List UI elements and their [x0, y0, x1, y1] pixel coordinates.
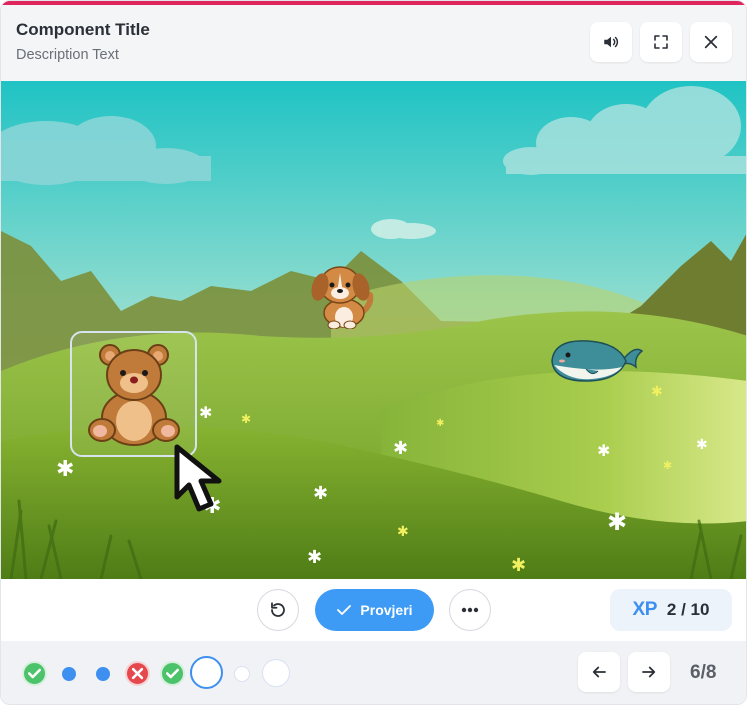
- next-button[interactable]: [628, 652, 670, 692]
- component-description: Description Text: [16, 47, 119, 63]
- xp-label: XP: [632, 599, 658, 620]
- svg-text:✱: ✱: [597, 441, 610, 460]
- svg-text:✱: ✱: [241, 412, 251, 426]
- reset-button[interactable]: [257, 589, 299, 631]
- speaker-icon: [604, 36, 619, 48]
- svg-text:✱: ✱: [607, 508, 627, 536]
- svg-text:✱: ✱: [393, 438, 408, 459]
- bear-sprite[interactable]: [85, 343, 183, 447]
- xp-badge: XP 2 / 10: [610, 589, 732, 631]
- svg-text:✱: ✱: [199, 403, 212, 422]
- component-window: Component Title Description Text ✱ ✱ ✱ ✱…: [0, 0, 747, 705]
- progress-footer: 6/8: [1, 641, 746, 704]
- svg-text:✱: ✱: [56, 457, 74, 482]
- pointer-cursor-icon: [174, 444, 222, 512]
- svg-text:✱: ✱: [307, 547, 322, 568]
- check-button-label: Provjeri: [360, 602, 413, 618]
- component-title: Component Title: [16, 20, 150, 39]
- step-correct[interactable]: [160, 661, 185, 686]
- sound-button[interactable]: [590, 22, 632, 62]
- game-scene: ✱ ✱ ✱ ✱ ✱ ✱ ✱ ✱ ✱ ✱ ✱ ✱ ✱ ✱ ✱: [1, 81, 746, 579]
- close-button[interactable]: [690, 22, 732, 62]
- more-dots-icon: [461, 607, 479, 613]
- step-wrong[interactable]: [125, 661, 150, 686]
- checkmark-icon: [337, 605, 352, 615]
- puppy-sprite[interactable]: [306, 265, 376, 329]
- step-empty[interactable]: [262, 659, 290, 687]
- page-counter: 6/8: [690, 662, 717, 683]
- svg-text:✱: ✱: [651, 384, 663, 400]
- svg-text:✱: ✱: [313, 483, 328, 504]
- step-correct[interactable]: [22, 661, 47, 686]
- more-button[interactable]: [449, 589, 491, 631]
- meadow-background: ✱ ✱ ✱ ✱ ✱ ✱ ✱ ✱ ✱ ✱ ✱ ✱ ✱ ✱ ✱: [1, 81, 746, 579]
- svg-text:✱: ✱: [511, 555, 526, 576]
- step-pending[interactable]: [96, 667, 110, 681]
- close-icon: [704, 35, 718, 49]
- checkmark-icon: [165, 668, 180, 679]
- xp-value: 2 / 10: [666, 600, 710, 619]
- svg-text:✱: ✱: [696, 437, 708, 453]
- check-button[interactable]: Provjeri: [315, 589, 434, 631]
- svg-text:✱: ✱: [436, 418, 444, 429]
- cross-icon: [131, 667, 144, 680]
- checkmark-icon: [27, 668, 42, 679]
- whale-sprite[interactable]: [548, 335, 644, 385]
- rotate-ccw-icon: [271, 602, 285, 617]
- header: Component Title Description Text: [1, 5, 746, 81]
- arrow-right-icon: [642, 666, 656, 678]
- step-pending[interactable]: [62, 667, 76, 681]
- svg-text:✱: ✱: [663, 459, 672, 472]
- svg-text:✱: ✱: [397, 524, 409, 540]
- fullscreen-button[interactable]: [640, 22, 682, 62]
- step-current[interactable]: [190, 656, 223, 689]
- step-empty[interactable]: [234, 666, 250, 682]
- fullscreen-icon: [654, 35, 668, 49]
- previous-button[interactable]: [578, 652, 620, 692]
- arrow-left-icon: [592, 666, 606, 678]
- controls-bar: Provjeri XP 2 / 10: [1, 579, 746, 641]
